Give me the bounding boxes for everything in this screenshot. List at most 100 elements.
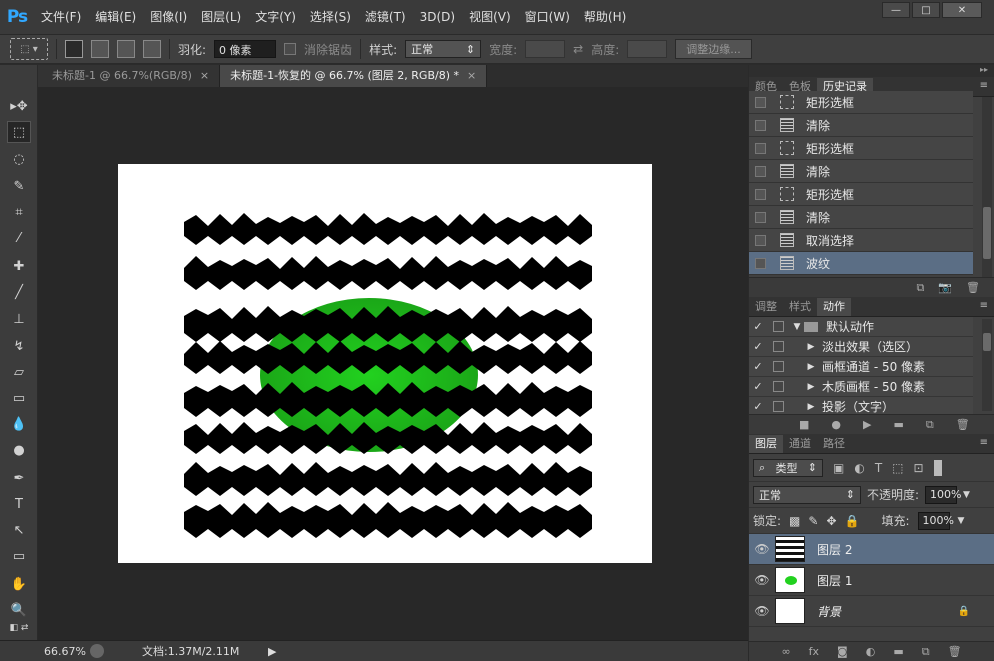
crop-tool-icon[interactable]: ⌗ <box>7 201 31 223</box>
toggle-check-icon[interactable]: ✓ <box>749 380 767 393</box>
trash-icon[interactable]: 🗑 <box>956 418 970 431</box>
action-item[interactable]: ✓ ▶ 木质画框 - 50 像素 <box>749 377 973 397</box>
toggle-check-icon[interactable]: ✓ <box>749 400 767 413</box>
panel-collapse-icon[interactable]: ▸▸ <box>749 65 994 77</box>
toggle-check-icon[interactable]: ✓ <box>749 340 767 353</box>
action-item[interactable]: ✓ ▶ 淡出效果（选区） <box>749 337 973 357</box>
menu-item[interactable]: 文字(Y) <box>248 0 303 34</box>
actions-scrollbar[interactable] <box>982 319 992 411</box>
healing-brush-tool-icon[interactable]: ✚ <box>7 255 31 277</box>
close-button[interactable]: ✕ <box>942 2 982 18</box>
filter-toggle-icon[interactable] <box>933 459 942 476</box>
new-layer-icon[interactable]: ⧉ <box>922 645 930 659</box>
toggle-check-icon[interactable]: ✓ <box>749 360 767 373</box>
history-brush-tool-icon[interactable]: ↯ <box>7 335 31 357</box>
restore-button[interactable]: □ <box>912 2 940 18</box>
marquee-preset-picker[interactable]: ⬚ ▾ <box>10 38 48 60</box>
tab-actions[interactable]: 动作 <box>817 298 851 316</box>
history-state[interactable]: 矩形选框 <box>749 183 973 206</box>
width-input[interactable] <box>525 40 566 58</box>
close-tab-icon[interactable]: × <box>200 69 209 82</box>
history-brush-source-checkbox[interactable] <box>755 142 766 154</box>
panel-menu-icon[interactable]: ≡ <box>980 80 988 91</box>
scrollbar-thumb[interactable] <box>983 207 991 259</box>
history-state[interactable]: 清除 <box>749 206 973 229</box>
visibility-eye-icon[interactable]: 👁 <box>749 604 775 618</box>
dialog-toggle-icon[interactable] <box>773 401 784 412</box>
brush-tool-icon[interactable]: ╱ <box>7 281 31 303</box>
history-brush-source-checkbox[interactable] <box>755 96 766 108</box>
history-state[interactable]: 矩形选框 <box>749 91 973 114</box>
menu-item[interactable]: 视图(V) <box>462 0 518 34</box>
menu-item[interactable]: 文件(F) <box>34 0 88 34</box>
action-set[interactable]: ✓ ▼ 默认动作 <box>749 317 973 337</box>
tab-paths[interactable]: 路径 <box>817 435 851 453</box>
history-state[interactable]: 取消选择 <box>749 229 973 252</box>
lock-transparency-icon[interactable]: ▩ <box>789 514 800 528</box>
pen-tool-icon[interactable]: ✒ <box>7 467 31 489</box>
minimize-button[interactable]: — <box>882 2 910 18</box>
chevron-down-icon[interactable]: ▼ <box>958 516 965 526</box>
blend-mode-select[interactable]: 正常 ⇕ <box>753 485 861 504</box>
record-icon[interactable]: ● <box>831 418 841 431</box>
menu-item[interactable]: 图像(I) <box>143 0 194 34</box>
collapse-triangle-icon[interactable]: ▶ <box>804 342 818 352</box>
default-colors-icon[interactable]: ◧ ⇄ <box>7 621 31 635</box>
dialog-toggle-icon[interactable] <box>773 381 784 392</box>
subtract-selection-mode[interactable] <box>117 40 135 58</box>
history-brush-source-checkbox[interactable] <box>755 257 766 269</box>
document-workspace[interactable] <box>38 87 748 640</box>
layer-row[interactable]: 👁 图层 2 <box>749 534 994 565</box>
opacity-input[interactable]: 100% <box>925 485 962 504</box>
tab-adjustments[interactable]: 调整 <box>749 298 783 316</box>
marquee-tool-icon[interactable]: ⬚ <box>7 121 31 143</box>
history-brush-source-checkbox[interactable] <box>755 188 766 200</box>
adjustment-layer-icon[interactable]: ◐ <box>866 645 876 658</box>
history-brush-source-checkbox[interactable] <box>755 234 766 246</box>
lock-all-icon[interactable]: 🔒 <box>845 514 860 528</box>
toggle-check-icon[interactable]: ✓ <box>749 320 767 333</box>
swap-icon[interactable]: ⇄ <box>573 42 583 56</box>
trash-icon[interactable]: 🗑 <box>966 281 980 294</box>
tab-styles[interactable]: 样式 <box>783 298 817 316</box>
pixel-filter-icon[interactable]: ▣ <box>833 461 844 475</box>
lock-pixels-icon[interactable]: ✎ <box>808 514 818 528</box>
history-brush-source-checkbox[interactable] <box>755 119 766 131</box>
tab-untitled-1[interactable]: 未标题-1 @ 66.7%(RGB/8) × <box>38 65 221 87</box>
collapse-triangle-icon[interactable]: ▶ <box>804 362 818 372</box>
dialog-toggle-icon[interactable] <box>773 341 784 352</box>
tab-channels[interactable]: 通道 <box>783 435 817 453</box>
scrollbar-thumb[interactable] <box>983 333 991 351</box>
add-mask-icon[interactable]: ◙ <box>837 645 848 658</box>
dodge-tool-icon[interactable]: ● <box>7 439 31 461</box>
history-scrollbar[interactable] <box>982 97 992 277</box>
feather-input[interactable]: 0 像素 <box>214 40 277 58</box>
panel-menu-icon[interactable]: ≡ <box>980 437 988 448</box>
rectangle-tool-icon[interactable]: ▭ <box>7 545 31 567</box>
trash-icon[interactable]: 🗑 <box>948 645 962 658</box>
eyedropper-tool-icon[interactable]: ⁄ <box>7 227 31 249</box>
new-document-from-state-icon[interactable]: ⧉ <box>916 281 924 295</box>
snapshot-camera-icon[interactable]: 📷 <box>938 281 952 294</box>
collapse-triangle-icon[interactable]: ▶ <box>804 402 818 412</box>
quick-select-tool-icon[interactable]: ✎ <box>7 175 31 197</box>
folder-icon[interactable]: ▬ <box>893 418 903 431</box>
history-brush-source-checkbox[interactable] <box>755 165 766 177</box>
new-selection-mode[interactable] <box>65 40 83 58</box>
hand-tool-icon[interactable]: ✋ <box>7 573 31 595</box>
zoom-level[interactable]: 66.67% <box>44 645 90 658</box>
menu-item[interactable]: 滤镜(T) <box>358 0 413 34</box>
type-tool-icon[interactable]: T <box>7 493 31 515</box>
menu-item[interactable]: 3D(D) <box>413 0 462 34</box>
tab-layers[interactable]: 图层 <box>749 435 783 453</box>
dialog-toggle-icon[interactable] <box>773 321 784 332</box>
visibility-eye-icon[interactable]: 👁 <box>749 542 775 556</box>
link-layers-icon[interactable]: ∞ <box>781 645 790 658</box>
status-arrow-icon[interactable]: ▶ <box>268 645 276 658</box>
menu-item[interactable]: 编辑(E) <box>88 0 143 34</box>
eraser-tool-icon[interactable]: ▱ <box>7 361 31 383</box>
menu-item[interactable]: 图层(L) <box>194 0 248 34</box>
close-tab-icon[interactable]: × <box>467 69 476 82</box>
antialias-checkbox[interactable] <box>284 43 297 55</box>
stamp-tool-icon[interactable]: ⊥ <box>7 308 31 330</box>
